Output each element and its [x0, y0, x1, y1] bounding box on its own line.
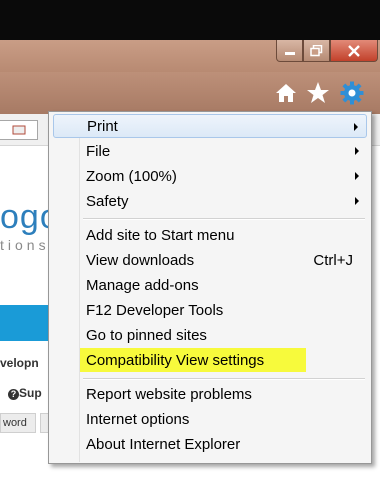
window-top-area: [0, 0, 380, 40]
maximize-icon: [310, 44, 323, 56]
help-icon: ?: [8, 389, 19, 400]
menu-item-print[interactable]: Print: [53, 114, 367, 138]
minimize-button[interactable]: [276, 40, 303, 62]
menu-separator: [83, 218, 365, 220]
favorites-button[interactable]: [306, 81, 330, 105]
menu-item-report-website-problems[interactable]: Report website problems: [53, 382, 367, 406]
menu-item-label: Go to pinned sites: [86, 326, 207, 344]
menu-item-label: Manage add-ons: [86, 276, 199, 294]
menu-item-label: File: [86, 142, 111, 160]
submenu-arrow-icon: [354, 123, 358, 131]
menu-separator: [83, 378, 365, 380]
tools-button[interactable]: [340, 81, 364, 105]
menu-item-view-downloads[interactable]: View downloads Ctrl+J: [53, 248, 367, 272]
menu-item-label: Safety: [86, 192, 129, 210]
close-button[interactable]: [330, 40, 378, 62]
shortcut-label: Ctrl+J: [313, 251, 353, 269]
mail-icon: [12, 125, 26, 135]
gear-icon: [340, 81, 364, 105]
maximize-button[interactable]: [303, 40, 330, 62]
menu-item-label: View downloads: [86, 251, 195, 269]
star-icon: [307, 82, 329, 103]
menu-item-about-internet-explorer[interactable]: About Internet Explorer: [53, 432, 367, 456]
home-icon: [276, 84, 296, 102]
menu-item-compatibility-view-settings[interactable]: Compatibility View settings: [53, 348, 367, 372]
window-controls: [276, 40, 378, 62]
page-heading-fragment: velopn: [0, 356, 39, 370]
menu-item-manage-add-ons[interactable]: Manage add-ons: [53, 273, 367, 297]
menu-item-label: Report website problems: [86, 385, 252, 403]
menu-item-label: Print: [87, 117, 118, 135]
menu-item-safety[interactable]: Safety: [53, 189, 367, 213]
tools-menu: Print File Zoom (100%) Safety Add site t…: [48, 111, 372, 464]
menu-item-label: Internet options: [86, 410, 190, 428]
minimize-icon: [284, 51, 295, 55]
menu-item-label: About Internet Explorer: [86, 435, 241, 453]
home-button[interactable]: [274, 81, 298, 105]
menu-item-go-to-pinned-sites[interactable]: Go to pinned sites: [53, 323, 367, 347]
menu-item-zoom[interactable]: Zoom (100%): [53, 164, 367, 188]
menu-item-label: F12 Developer Tools: [86, 301, 224, 319]
tag-chip[interactable]: word: [0, 413, 36, 433]
support-link[interactable]: ? Sup: [8, 386, 42, 400]
menu-item-file[interactable]: File: [53, 139, 367, 163]
menu-item-f12-developer-tools[interactable]: F12 Developer Tools: [53, 298, 367, 322]
menu-item-add-site-to-start-menu[interactable]: Add site to Start menu: [53, 223, 367, 247]
submenu-arrow-icon: [355, 197, 359, 205]
menu-item-internet-options[interactable]: Internet options: [53, 407, 367, 431]
submenu-arrow-icon: [355, 172, 359, 180]
address-bar-edge[interactable]: [0, 120, 38, 140]
menu-item-label: Compatibility View settings: [86, 351, 265, 369]
support-label: Sup: [19, 386, 42, 400]
menu-item-label: Zoom (100%): [86, 167, 177, 185]
site-logo-subtitle: tions: [0, 237, 50, 253]
close-icon: [348, 44, 360, 57]
submenu-arrow-icon: [355, 147, 359, 155]
menu-item-label: Add site to Start menu: [86, 226, 235, 244]
